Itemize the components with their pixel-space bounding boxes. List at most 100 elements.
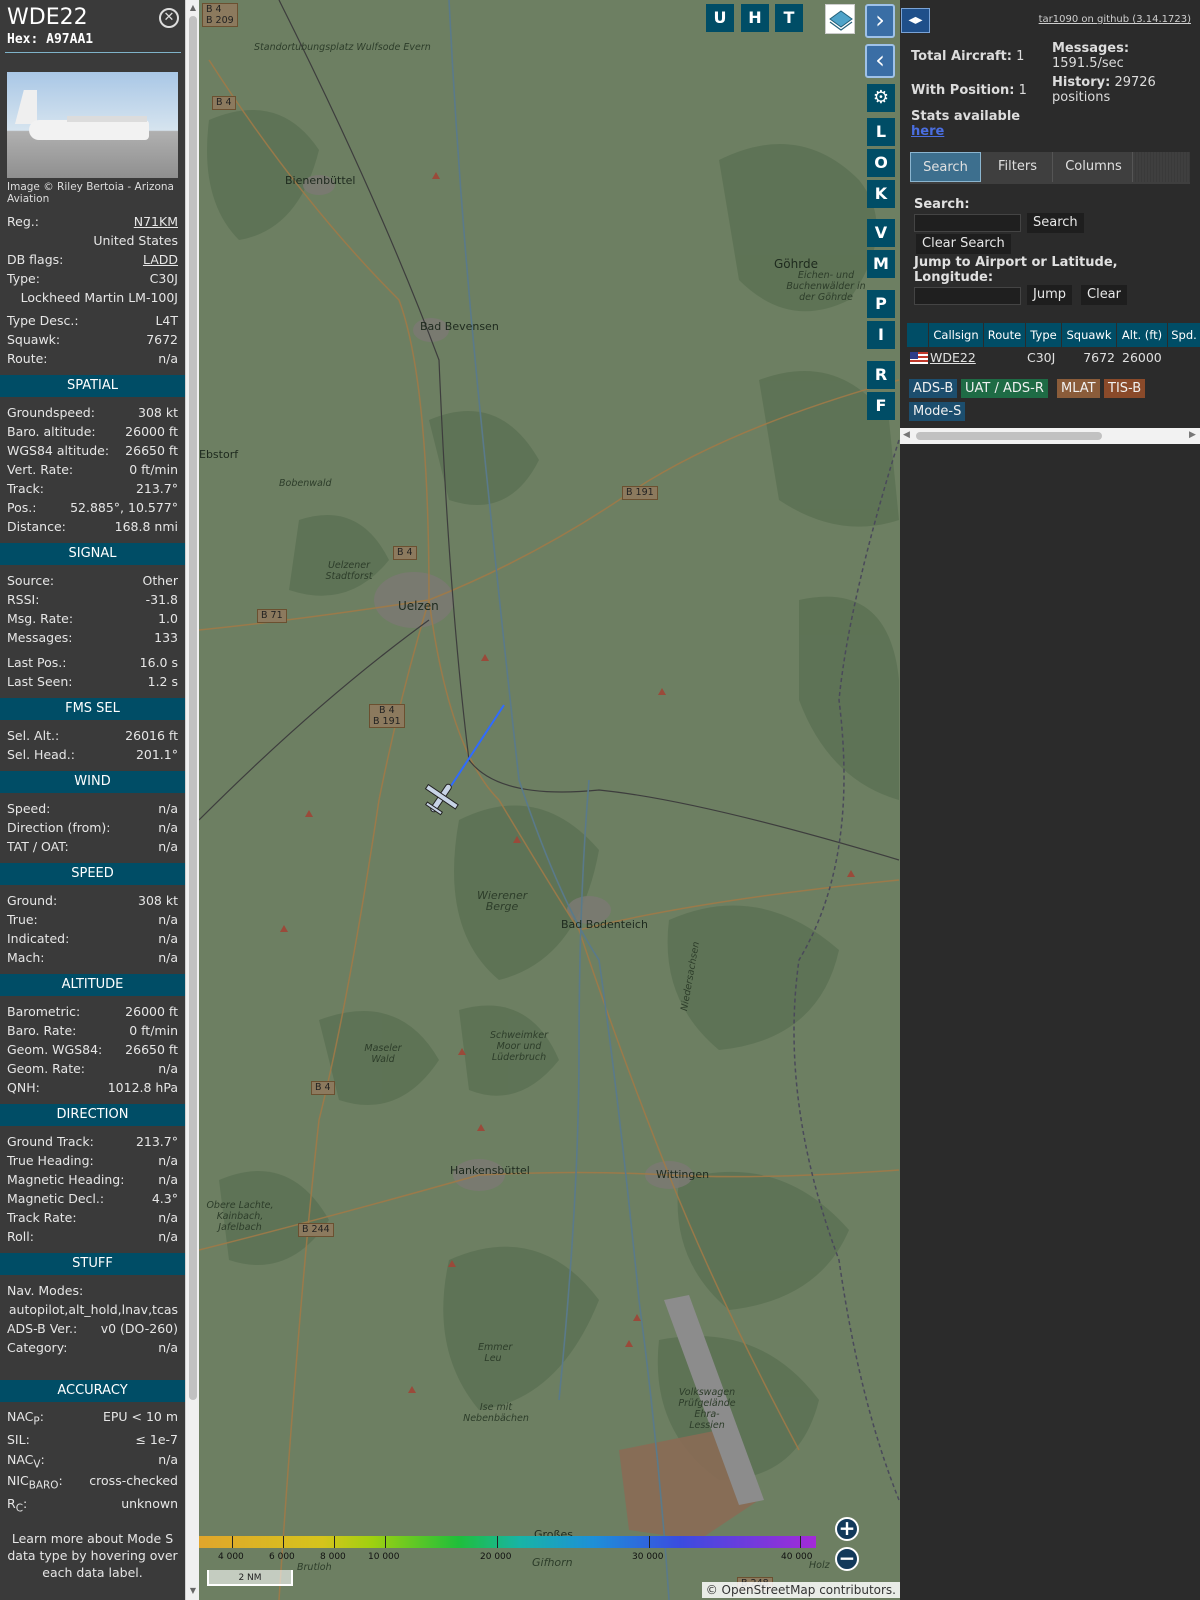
toggle-k-button[interactable]: K xyxy=(867,180,895,208)
theading-label: True Heading: xyxy=(7,1153,94,1168)
aircraft-photo[interactable] xyxy=(7,72,178,178)
tab-columns[interactable]: Columns xyxy=(1055,152,1133,182)
baro-alt-value: 26000 ft xyxy=(125,424,178,439)
mheading-label: Magnetic Heading: xyxy=(7,1172,125,1187)
scroll-right-icon[interactable]: ▶ xyxy=(1189,430,1196,440)
expand-right-icon[interactable]: › xyxy=(865,4,895,38)
toggle-i-button[interactable]: I xyxy=(867,321,895,349)
scroll-up-icon[interactable]: ▲ xyxy=(189,3,197,13)
row-type: C30J xyxy=(1027,350,1056,365)
trackrate-row: Track Rate: n/a xyxy=(7,1209,178,1227)
rc-sub: C xyxy=(15,1502,23,1515)
country: United States xyxy=(93,233,178,248)
legend-adsb[interactable]: ADS-B xyxy=(909,379,958,398)
layers-icon[interactable] xyxy=(825,4,855,34)
section-direction: DIRECTION xyxy=(0,1104,185,1126)
toggle-l-button[interactable]: L xyxy=(867,118,895,146)
vert-rate-label: Vert. Rate: xyxy=(7,462,74,477)
legend-modes[interactable]: Mode-S xyxy=(909,402,966,421)
scrollbar-thumb[interactable] xyxy=(189,16,197,1400)
table-header-type[interactable]: Type xyxy=(1026,323,1061,347)
tab-filters[interactable]: Filters xyxy=(983,152,1053,182)
qnh-row: QNH: 1012.8 hPa xyxy=(7,1079,178,1097)
toggle-h-button[interactable]: H xyxy=(741,4,769,32)
rssi-label: RSSI: xyxy=(7,592,40,607)
true-speed-value: n/a xyxy=(158,912,178,927)
gtrack-value: 213.7° xyxy=(135,1134,178,1149)
toggle-m-button[interactable]: M xyxy=(867,250,895,278)
scroll-left-icon[interactable]: ◀ xyxy=(903,430,910,440)
toggle-f-button[interactable]: F xyxy=(867,392,895,420)
table-header-callsign[interactable]: Callsign xyxy=(929,323,983,347)
legend-mlat[interactable]: MLAT xyxy=(1057,379,1100,398)
table-header-altitude[interactable]: Alt. (ft) xyxy=(1117,323,1167,347)
geomrate-label: Geom. Rate: xyxy=(7,1061,86,1076)
legend-uat[interactable]: UAT / ADS-R xyxy=(961,379,1048,398)
toggle-v-button[interactable]: V xyxy=(867,219,895,247)
map-label: Gifhorn xyxy=(532,1556,573,1569)
toggle-u-button[interactable]: U xyxy=(706,4,734,32)
reg-link[interactable]: N71KM xyxy=(134,213,178,231)
geom-row: Geom. WGS84: 26650 ft xyxy=(7,1041,178,1059)
mach-label: Mach: xyxy=(7,950,45,965)
jump-input[interactable] xyxy=(914,287,1021,305)
rc-label: RC: xyxy=(7,1496,28,1515)
altitude-scale-label: 30 000 xyxy=(632,1552,664,1562)
settings-gear-icon[interactable]: ⚙ xyxy=(867,84,895,112)
search-input[interactable] xyxy=(914,214,1021,232)
map-label: Eichen- und Buchenwälder in der Göhrde xyxy=(786,270,866,303)
zoom-in-button[interactable]: + xyxy=(835,1517,859,1541)
jump-button[interactable]: Jump xyxy=(1027,285,1072,305)
hex-label: Hex: xyxy=(7,32,39,47)
toggle-t-button[interactable]: T xyxy=(775,4,803,32)
dbflags-link[interactable]: LADD xyxy=(143,251,178,269)
messages-rate-label: Messages: xyxy=(1052,41,1130,56)
table-header-squawk[interactable]: Squawk xyxy=(1062,323,1116,347)
map-label: Bienenbüttel xyxy=(285,174,356,187)
nacv-value: n/a xyxy=(158,1452,178,1467)
collapse-left-icon[interactable]: ‹ xyxy=(865,44,895,78)
github-link[interactable]: tar1090 on github (3.14.1723) xyxy=(1039,14,1191,25)
map-label: Brutloh xyxy=(297,1562,332,1573)
table-header-route[interactable]: Route xyxy=(984,323,1025,347)
toggle-o-button[interactable]: O xyxy=(867,149,895,177)
wind-speed-value: n/a xyxy=(158,801,178,816)
tab-extra[interactable] xyxy=(1135,152,1190,182)
photo-credit[interactable]: Image © Riley Bertoia - Arizona Aviation xyxy=(7,181,179,205)
total-aircraft: Total Aircraft: 1 xyxy=(911,49,1024,64)
table-header-speed[interactable]: Spd. xyxy=(1168,323,1200,347)
messages-value: 133 xyxy=(154,630,178,645)
map-view[interactable]: Standortubungsplatz Wulfsode Evern Biene… xyxy=(199,0,900,1600)
scroll-down-icon[interactable]: ▼ xyxy=(189,1586,197,1596)
toggle-r-button[interactable]: R xyxy=(867,361,895,389)
zoom-out-button[interactable]: − xyxy=(835,1547,859,1571)
search-label: Search: xyxy=(914,197,970,212)
typedesc-value: L4T xyxy=(155,313,178,328)
road-label: B 4 xyxy=(379,705,395,716)
toggle-p-button[interactable]: P xyxy=(867,290,895,318)
info-panel-scrollbar[interactable]: ▲ ▼ xyxy=(185,0,199,1600)
squawk-row: Squawk: 7672 xyxy=(7,331,178,349)
search-button[interactable]: Search xyxy=(1027,213,1084,233)
road-shield: B 244 xyxy=(298,1223,334,1237)
distance-label: Distance: xyxy=(7,519,66,534)
us-flag-icon xyxy=(910,352,928,364)
clear-button[interactable]: Clear xyxy=(1081,285,1127,305)
close-icon[interactable]: ✕ xyxy=(159,8,179,28)
map-label: Uelzener Stadtforst xyxy=(325,560,373,582)
aircraft-track xyxy=(446,704,505,793)
lastseen-label: Last Seen: xyxy=(7,674,73,689)
table-horizontal-scrollbar[interactable]: ◀ ▶ xyxy=(900,428,1200,444)
scrollbar-thumb[interactable] xyxy=(916,432,1102,440)
map-attribution[interactable]: © OpenStreetMap contributors. xyxy=(701,1582,900,1598)
row-callsign[interactable]: WDE22 xyxy=(930,348,976,368)
total-value: 1 xyxy=(1016,49,1025,64)
aircraft-marker-icon[interactable] xyxy=(421,780,461,816)
clear-search-button[interactable]: Clear Search xyxy=(916,234,1011,254)
panel-toggle-arrows-icon[interactable]: ◂▸ xyxy=(901,8,930,33)
roll-label: Roll: xyxy=(7,1229,34,1244)
legend-tisb[interactable]: TIS-B xyxy=(1104,379,1146,398)
stats-link[interactable]: here xyxy=(911,124,944,139)
tab-search[interactable]: Search xyxy=(910,152,981,182)
source-row: Source: Other xyxy=(7,572,178,590)
